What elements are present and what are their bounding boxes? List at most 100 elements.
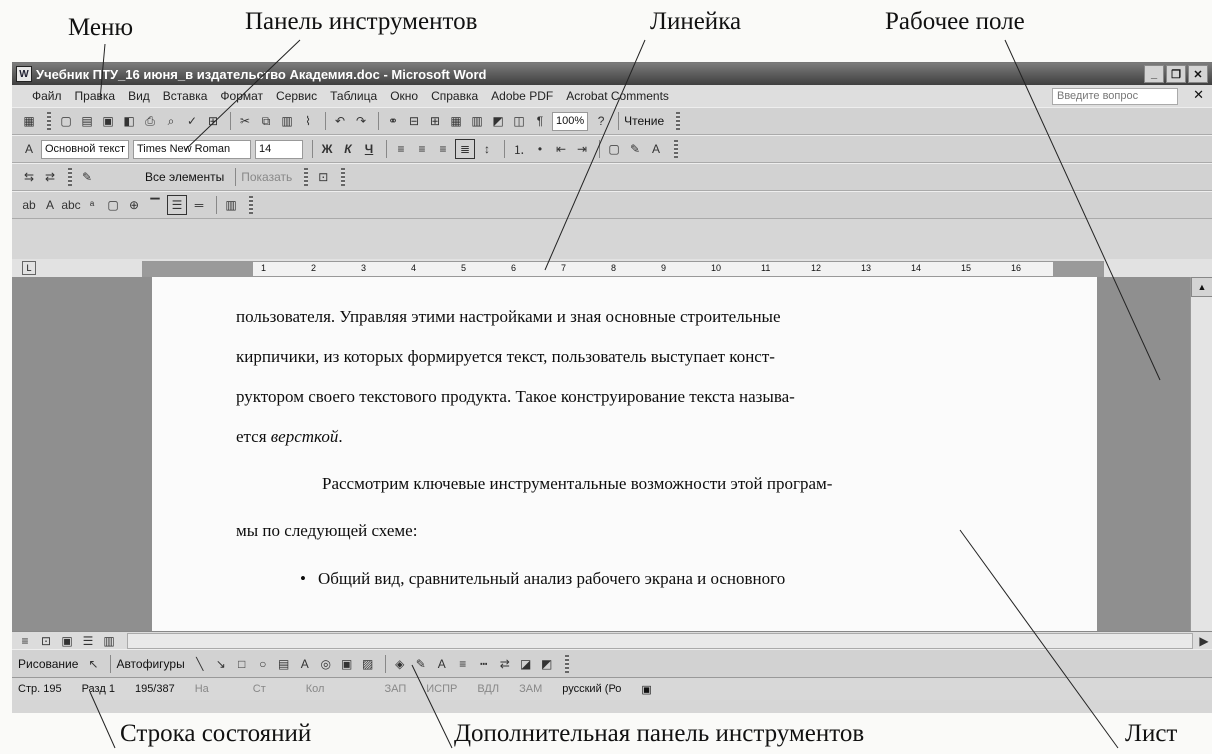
track-changes-icon[interactable]: ✎ (78, 168, 96, 186)
print-icon[interactable]: ⎙ (141, 112, 159, 130)
wordart-icon[interactable]: A (296, 655, 314, 673)
outline-view-icon[interactable]: ☰ (79, 632, 97, 650)
research-icon[interactable]: ⊞ (204, 112, 222, 130)
maximize-button[interactable]: ❐ (1166, 65, 1186, 83)
bold-button[interactable]: Ж (318, 140, 336, 158)
phonetic-guide-icon[interactable]: ᵃ (83, 196, 101, 214)
menu-tools[interactable]: Сервис (276, 89, 317, 103)
reading-view-icon[interactable]: ▥ (100, 632, 118, 650)
line-tool-icon[interactable]: ╲ (191, 655, 209, 673)
enclose-char-icon[interactable]: ⊕ (125, 196, 143, 214)
italic-button[interactable]: К (339, 140, 357, 158)
arrow-tool-icon[interactable]: ↘ (212, 655, 230, 673)
draw-menu-button[interactable]: Рисование (18, 657, 78, 671)
horizontal-ruler[interactable]: 1 2 3 4 5 6 7 8 9 10 11 12 13 14 15 16 (142, 261, 1104, 277)
scroll-right-icon[interactable]: ▶ (1195, 632, 1212, 650)
highlight-icon[interactable]: ✎ (626, 140, 644, 158)
arrow-style-icon[interactable]: ⇄ (496, 655, 514, 673)
font-color-draw-icon[interactable]: A (433, 655, 451, 673)
toolbar-grip[interactable] (341, 168, 346, 186)
styles-icon[interactable]: A (20, 140, 38, 158)
normal-view-icon[interactable]: ≡ (16, 632, 34, 650)
oval-tool-icon[interactable]: ○ (254, 655, 272, 673)
minimize-button[interactable]: _ (1144, 65, 1164, 83)
print-layout-icon[interactable]: ▣ (58, 632, 76, 650)
read-button[interactable]: Чтение (624, 114, 664, 128)
textbox-tool-icon[interactable]: ▤ (275, 655, 293, 673)
justify-icon[interactable]: ≣ (455, 139, 475, 159)
font-size-select[interactable]: 14 (255, 139, 303, 159)
drawing-toggle-icon[interactable]: ◩ (489, 112, 507, 130)
help-icon[interactable]: ? (592, 112, 610, 130)
columns-layout-icon[interactable]: ▥ (222, 196, 240, 214)
fill-color-icon[interactable]: ◈ (391, 655, 409, 673)
scroll-up-icon[interactable]: ▲ (1191, 277, 1212, 297)
numbering-icon[interactable]: ⒈ (510, 140, 528, 158)
doc-map-icon[interactable]: ▦ (20, 112, 38, 130)
character-scale-icon[interactable]: A (41, 196, 59, 214)
border-middle-icon[interactable]: ☰ (167, 195, 187, 215)
shadow-icon[interactable]: ◪ (517, 655, 535, 673)
web-view-icon[interactable]: ⊡ (37, 632, 55, 650)
font-color-icon[interactable]: A (647, 140, 665, 158)
review-next-icon[interactable]: ⇄ (41, 168, 59, 186)
menu-adobe-pdf[interactable]: Adobe PDF (491, 89, 553, 103)
print-preview-icon[interactable]: ⌕ (162, 112, 180, 130)
toolbar-grip[interactable] (68, 168, 72, 186)
align-center-icon[interactable]: ≡ (413, 140, 431, 158)
3d-icon[interactable]: ◩ (538, 655, 556, 673)
spelling-icon[interactable]: ✓ (183, 112, 201, 130)
char-border-icon[interactable]: ▢ (104, 196, 122, 214)
status-trk[interactable]: ИСПР (426, 683, 457, 695)
toolbar-grip[interactable] (674, 140, 678, 158)
hyperlink-icon[interactable]: ⚭ (384, 112, 402, 130)
copy-icon[interactable]: ⧉ (257, 112, 275, 130)
decrease-indent-icon[interactable]: ⇤ (552, 140, 570, 158)
align-right-icon[interactable]: ≡ (434, 140, 452, 158)
status-ovr[interactable]: ЗАМ (519, 683, 542, 695)
picture-icon[interactable]: ▨ (359, 655, 377, 673)
font-select[interactable]: Times New Roman (133, 139, 251, 159)
tables-borders-icon[interactable]: ⊟ (405, 112, 423, 130)
toolbar-grip[interactable] (304, 168, 309, 186)
line-style-icon[interactable]: ≡ (454, 655, 472, 673)
new-document-icon[interactable]: ▢ (57, 112, 75, 130)
paste-icon[interactable]: ▥ (278, 112, 296, 130)
close-button[interactable]: ✕ (1188, 65, 1208, 83)
columns-icon[interactable]: ▥ (468, 112, 486, 130)
style-select[interactable]: Основной текст (41, 139, 129, 159)
clipart-icon[interactable]: ▣ (338, 655, 356, 673)
review-prev-icon[interactable]: ⇆ (20, 168, 38, 186)
cut-icon[interactable]: ✂ (236, 112, 254, 130)
toolbar-grip[interactable] (676, 112, 681, 130)
show-formatting-icon[interactable]: ¶ (531, 112, 549, 130)
menu-format[interactable]: Формат (220, 89, 263, 103)
menu-help[interactable]: Справка (431, 89, 478, 103)
toolbar-grip[interactable] (249, 196, 253, 214)
menu-view[interactable]: Вид (128, 89, 150, 103)
bullets-icon[interactable]: • (531, 140, 549, 158)
save-icon[interactable]: ▣ (99, 112, 117, 130)
open-folder-icon[interactable]: ▤ (78, 112, 96, 130)
border-top-icon[interactable]: ▔ (146, 196, 164, 214)
line-spacing-icon[interactable]: ↕ (478, 140, 496, 158)
rectangle-tool-icon[interactable]: □ (233, 655, 251, 673)
menu-table[interactable]: Таблица (330, 89, 377, 103)
display-elements-select[interactable]: Все элементы (145, 170, 224, 184)
diagram-icon[interactable]: ◎ (317, 655, 335, 673)
insert-table-icon[interactable]: ⊞ (426, 112, 444, 130)
undo-icon[interactable]: ↶ (331, 112, 349, 130)
reviewing-pane-icon[interactable]: ⊡ (314, 168, 332, 186)
toolbar-grip[interactable] (564, 655, 569, 673)
show-button[interactable]: Показать (241, 170, 292, 184)
toolbar-grip[interactable] (47, 112, 51, 130)
menu-acrobat-comments[interactable]: Acrobat Comments (566, 89, 669, 103)
menu-file[interactable]: Файл (32, 89, 62, 103)
horizontal-scrollbar[interactable] (127, 633, 1193, 649)
status-ext[interactable]: ВДЛ (477, 683, 499, 695)
strikethrough-icon[interactable]: abc (61, 196, 80, 214)
menu-window[interactable]: Окно (390, 89, 418, 103)
menu-edit[interactable]: Правка (75, 89, 116, 103)
increase-indent-icon[interactable]: ⇥ (573, 140, 591, 158)
status-rec[interactable]: ЗАП (384, 683, 406, 695)
